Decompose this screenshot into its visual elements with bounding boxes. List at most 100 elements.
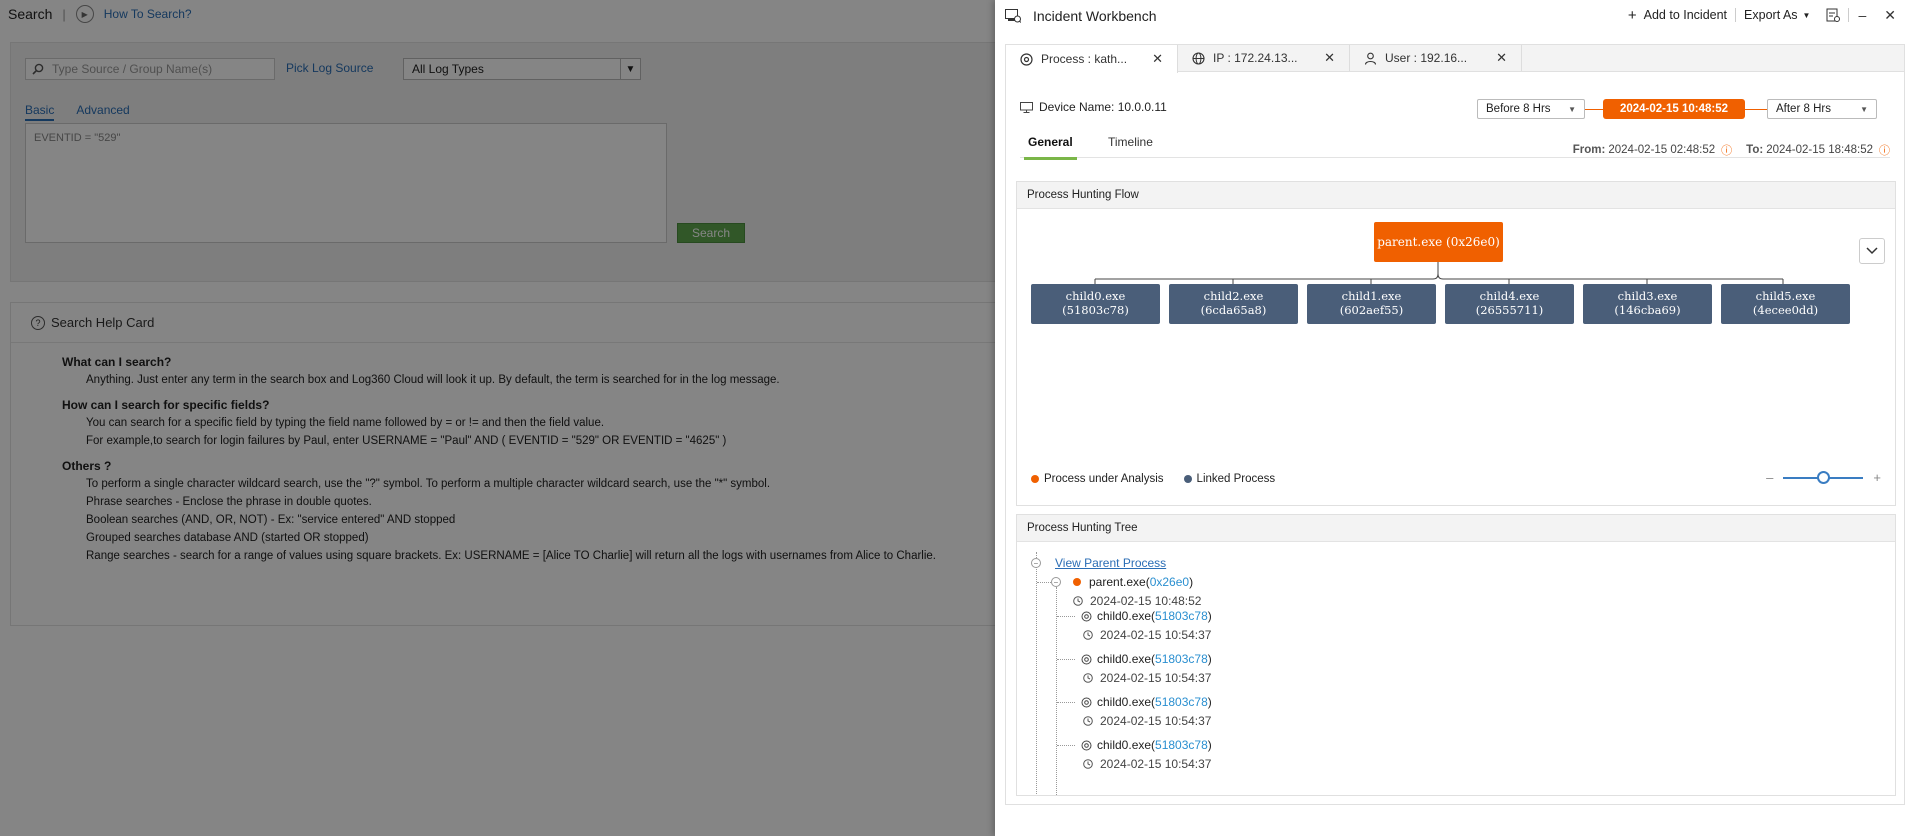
child-id: (51803c78): [1062, 303, 1129, 317]
tree-child-node[interactable]: child0.exe(51803c78): [1081, 695, 1212, 709]
flow-legend: Process under Analysis Linked Process: [1031, 473, 1275, 485]
close-icon[interactable]: ✕: [1875, 7, 1905, 24]
info-icon[interactable]: ⓘ: [1879, 142, 1890, 158]
workbench-icon: [1005, 9, 1021, 23]
parent-process-node[interactable]: parent.exe (0x26e0): [1374, 222, 1503, 262]
child-name: child0.exe(: [1097, 695, 1156, 709]
child-id: (146cba69): [1614, 303, 1681, 317]
child-pid[interactable]: 51803c78: [1155, 609, 1208, 623]
caret-down-icon: ▼: [1860, 104, 1868, 114]
info-icon[interactable]: ⓘ: [1721, 142, 1732, 158]
zoom-slider[interactable]: [1783, 470, 1864, 484]
tab-ip[interactable]: IP : 172.24.13... ✕: [1178, 45, 1350, 71]
to-label: To:: [1746, 144, 1764, 156]
paren-close: ): [1207, 695, 1212, 709]
clock-icon: [1083, 716, 1093, 726]
parent-pid[interactable]: 0x26e0: [1150, 575, 1189, 589]
tab-general[interactable]: General: [1024, 135, 1077, 160]
tree-guide: [1057, 745, 1075, 746]
tree-parent-node[interactable]: parent.exe(0x26e0): [1073, 575, 1193, 589]
clock-icon: [1083, 630, 1093, 640]
child-time-value: 2024-02-15 10:54:37: [1100, 628, 1212, 642]
tree-guide: [1056, 587, 1057, 795]
parent-time-value: 2024-02-15 10:48:52: [1090, 594, 1202, 608]
zoom-in-button[interactable]: +: [1873, 470, 1881, 485]
child-pid[interactable]: 51803c78: [1155, 695, 1208, 709]
view-parent-process-link[interactable]: View Parent Process: [1055, 556, 1166, 570]
analysis-dot: [1073, 578, 1081, 586]
after-hours-value: After 8 Hrs: [1776, 103, 1831, 115]
process-hunting-flow: Process Hunting Flow parent.exe (0x26e0): [1016, 181, 1896, 506]
workbench-header: Incident Workbench + Add to Incident Exp…: [995, 0, 1915, 32]
center-time-badge[interactable]: 2024-02-15 10:48:52: [1603, 99, 1745, 119]
zoom-out-button[interactable]: –: [1766, 470, 1773, 485]
process-icon: [1081, 654, 1092, 664]
paren-close: ): [1207, 609, 1212, 623]
close-tab-icon[interactable]: ✕: [1496, 50, 1507, 66]
tree-guide: [1037, 582, 1051, 583]
from-value: 2024-02-15 02:48:52: [1608, 144, 1716, 156]
save-report-icon[interactable]: [1818, 8, 1848, 22]
process-icon: [1020, 52, 1033, 66]
before-hours-select[interactable]: Before 8 Hrs ▼: [1477, 99, 1585, 119]
from-label: From:: [1572, 144, 1606, 156]
export-as-label: Export As: [1744, 8, 1798, 22]
child-process-node[interactable]: child4.exe (26555711): [1445, 284, 1574, 324]
child-process-node[interactable]: child2.exe (6cda65a8): [1169, 284, 1298, 324]
before-hours-value: Before 8 Hrs: [1486, 103, 1551, 115]
incident-workbench-panel: Incident Workbench + Add to Incident Exp…: [995, 0, 1915, 836]
collapse-button[interactable]: [1859, 238, 1885, 264]
clock-icon: [1083, 673, 1093, 683]
child-process-node[interactable]: child5.exe (4ecee0dd): [1721, 284, 1850, 324]
zoom-slider-handle[interactable]: [1817, 470, 1831, 484]
minimize-icon[interactable]: –: [1849, 7, 1875, 23]
tab-user[interactable]: User : 192.16... ✕: [1350, 45, 1522, 71]
child-process-node[interactable]: child1.exe (602aef55): [1307, 284, 1436, 324]
clock-icon: [1083, 759, 1093, 769]
child-time-value: 2024-02-15 10:54:37: [1100, 757, 1212, 771]
child-process-node[interactable]: child0.exe (51803c78): [1031, 284, 1160, 324]
close-tab-icon[interactable]: ✕: [1324, 50, 1335, 66]
zoom-control: – +: [1766, 470, 1881, 485]
child-time-value: 2024-02-15 10:54:37: [1100, 671, 1212, 685]
tree-guide: [1057, 702, 1075, 703]
tree-guide: [1057, 616, 1075, 617]
child-name: child4.exe: [1479, 289, 1540, 304]
child-name: child5.exe: [1755, 289, 1816, 304]
clock-icon: [1073, 596, 1083, 606]
export-as-button[interactable]: Export As ▼: [1736, 8, 1818, 22]
tree-child-node[interactable]: child0.exe(51803c78): [1081, 609, 1212, 623]
child-name: child1.exe: [1341, 289, 1402, 304]
user-icon: [1364, 52, 1377, 65]
child-name: child3.exe: [1617, 289, 1678, 304]
paren-close: ): [1207, 738, 1212, 752]
process-icon: [1081, 740, 1092, 750]
tree-child-node[interactable]: child0.exe(51803c78): [1081, 738, 1212, 752]
tab-process[interactable]: Process : kath... ✕: [1006, 45, 1178, 73]
caret-down-icon: ▼: [1802, 10, 1811, 20]
plus-icon: +: [1627, 6, 1637, 24]
entity-tabs: Process : kath... ✕ IP : 172.24.13... ✕ …: [1005, 44, 1905, 73]
child-id: (26555711): [1475, 303, 1544, 317]
tab-timeline[interactable]: Timeline: [1108, 135, 1153, 149]
child-pid[interactable]: 51803c78: [1155, 652, 1208, 666]
modal-overlay[interactable]: [0, 0, 1000, 836]
after-hours-select[interactable]: After 8 Hrs ▼: [1767, 99, 1877, 119]
tree-child-time: 2024-02-15 10:54:37: [1083, 757, 1211, 771]
parent-name: parent.exe(: [1089, 575, 1150, 589]
caret-down-icon: ▼: [1568, 104, 1576, 114]
collapse-tree-icon[interactable]: –: [1031, 558, 1041, 568]
close-tab-icon[interactable]: ✕: [1152, 51, 1163, 67]
tree-child-node[interactable]: child0.exe(51803c78): [1081, 652, 1212, 666]
tab-label: Process : kath...: [1041, 52, 1128, 66]
child-pid[interactable]: 51803c78: [1155, 738, 1208, 752]
child-process-node[interactable]: child3.exe (146cba69): [1583, 284, 1712, 324]
device-name-label: Device Name: 10.0.0.11: [1039, 100, 1167, 114]
add-to-incident-button[interactable]: + Add to Incident: [1620, 7, 1735, 24]
workbench-content: Device Name: 10.0.0.11 Before 8 Hrs ▼ 20…: [1005, 72, 1905, 805]
legend-dot-linked: [1183, 475, 1192, 483]
add-to-incident-label: Add to Incident: [1643, 8, 1728, 22]
process-icon: [1081, 697, 1092, 707]
collapse-tree-icon[interactable]: –: [1051, 577, 1061, 587]
tab-label: User : 192.16...: [1385, 51, 1468, 65]
